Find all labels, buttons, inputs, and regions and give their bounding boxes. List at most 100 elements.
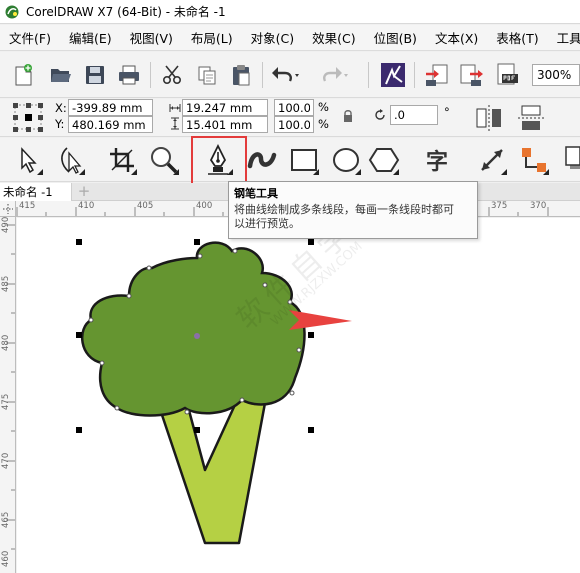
mirror-vertical-icon <box>518 105 544 130</box>
reference-point-icon <box>13 103 43 132</box>
menu-view[interactable]: 视图(V) <box>121 28 182 47</box>
v-tick-label: 485 <box>1 275 11 292</box>
window-title: CorelDRAW X7 (64-Bit) - 未命名 -1 <box>26 5 226 19</box>
menu-bar: 文件(F) 编辑(E) 视图(V) 布局(L) 对象(C) 效果(C) 位图(B… <box>0 25 580 51</box>
toolbar-separator <box>414 62 415 88</box>
tooltip-line-2: 以进行预览。 <box>234 217 300 230</box>
import-button[interactable] <box>422 60 452 90</box>
v-tick-label: 490 <box>1 217 11 233</box>
width-input[interactable] <box>182 99 268 116</box>
scale-height-input[interactable] <box>274 116 314 133</box>
title-bar: CorelDRAW X7 (64-Bit) - 未命名 -1 <box>0 0 580 24</box>
copy-icon <box>198 66 216 85</box>
cut-button[interactable] <box>158 60 188 90</box>
publish-pdf-button[interactable] <box>492 60 522 90</box>
undo-button[interactable] <box>270 60 300 90</box>
print-icon <box>119 65 139 85</box>
pen-tool-tooltip: 钢笔工具 将曲线绘制成多条线段，每画一条线段时都可 以进行预览。 <box>228 181 478 239</box>
mirror-vertical-button[interactable] <box>516 103 546 136</box>
ellipse-tool[interactable] <box>328 142 364 178</box>
shape-tool[interactable] <box>52 142 88 178</box>
search-content-button[interactable] <box>378 60 408 90</box>
undo-icon <box>272 67 299 82</box>
height-icon <box>170 117 180 133</box>
connector-tool[interactable] <box>516 142 552 178</box>
zoom-tool[interactable] <box>146 142 182 178</box>
new-document-button[interactable] <box>8 60 38 90</box>
drop-shadow-tool[interactable] <box>558 142 580 178</box>
menu-table[interactable]: 表格(T) <box>487 28 547 47</box>
paste-button[interactable] <box>226 60 256 90</box>
polygon-tool[interactable] <box>366 142 402 178</box>
v-tick-label: 465 <box>1 511 11 528</box>
lock-icon <box>344 110 352 122</box>
rotation-angle-input[interactable] <box>390 105 438 125</box>
save-icon <box>86 66 104 84</box>
percent-label: % <box>318 100 329 114</box>
lock-ratio-button[interactable] <box>342 109 354 126</box>
import-icon <box>426 64 448 86</box>
broccoli-stem-shape <box>157 394 267 545</box>
tooltip-title: 钢笔工具 <box>234 187 278 200</box>
open-button[interactable] <box>46 60 76 90</box>
broccoli-drawing <box>76 239 352 545</box>
pick-tool[interactable] <box>10 142 46 178</box>
x-label: X: <box>55 101 67 115</box>
width-icon <box>169 102 181 116</box>
height-input[interactable] <box>182 116 268 133</box>
menu-file[interactable]: 文件(F) <box>0 28 60 47</box>
y-position-input[interactable] <box>68 116 153 133</box>
drop-shadow-icon <box>565 146 580 169</box>
corel-connect-icon <box>381 63 405 87</box>
menu-effects[interactable]: 效果(C) <box>303 28 364 47</box>
rotate-icon <box>373 108 387 125</box>
vertical-ruler[interactable]: 490 485 480 475 470 465 460 <box>0 217 16 573</box>
h-tick-label: 405 <box>137 201 154 211</box>
ruler-origin[interactable] <box>0 201 16 217</box>
coreldraw-app-icon <box>4 4 20 20</box>
mirror-horizontal-button[interactable] <box>474 103 504 136</box>
menu-text[interactable]: 文本(X) <box>426 28 487 47</box>
copy-button[interactable] <box>192 60 222 90</box>
degree-label: ° <box>444 105 450 119</box>
dimension-tool[interactable] <box>474 142 510 178</box>
reference-point-selector[interactable] <box>11 101 45 136</box>
menu-tools[interactable]: 工具(O) <box>548 28 580 47</box>
standard-toolbar: 300% <box>0 52 580 98</box>
percent-label: % <box>318 117 329 131</box>
export-icon <box>460 64 483 86</box>
zoom-level-input[interactable]: 300% <box>532 64 580 86</box>
h-tick-label: 400 <box>196 201 213 211</box>
export-button[interactable] <box>456 60 486 90</box>
crop-tool[interactable] <box>104 142 140 178</box>
menu-object[interactable]: 对象(C) <box>242 28 303 47</box>
drawing-canvas[interactable] <box>17 218 580 573</box>
h-tick-label: 415 <box>19 201 36 211</box>
brush-stroke-icon <box>247 152 277 169</box>
menu-bitmaps[interactable]: 位图(B) <box>365 28 426 47</box>
scale-width-input[interactable] <box>274 99 314 116</box>
print-button[interactable] <box>114 60 144 90</box>
v-tick-label: 460 <box>1 550 11 567</box>
menu-edit[interactable]: 编辑(E) <box>60 28 121 47</box>
document-tab[interactable]: 未命名 -1 <box>0 183 72 201</box>
x-position-input[interactable] <box>68 99 153 116</box>
redo-icon <box>323 67 348 82</box>
add-document-tab-button[interactable]: + <box>76 184 92 200</box>
rectangle-tool[interactable] <box>286 142 322 178</box>
object-center-marker <box>194 333 200 339</box>
v-tick-label: 475 <box>1 393 11 410</box>
redo-button[interactable] <box>320 60 350 90</box>
ruler-origin-icon <box>3 204 13 214</box>
text-tool[interactable]: 字 <box>420 142 456 178</box>
y-label: Y: <box>55 117 65 131</box>
property-bar: X: Y: % % ° <box>0 99 580 137</box>
menu-layout[interactable]: 布局(L) <box>182 28 242 47</box>
clipboard-icon <box>233 65 250 86</box>
toolbar-separator <box>262 62 263 88</box>
artistic-media-tool[interactable] <box>244 142 280 178</box>
text-char-icon: 字 <box>426 149 448 175</box>
save-button[interactable] <box>80 60 110 90</box>
h-tick-label: 370 <box>530 201 547 211</box>
v-tick-label: 480 <box>1 334 11 351</box>
